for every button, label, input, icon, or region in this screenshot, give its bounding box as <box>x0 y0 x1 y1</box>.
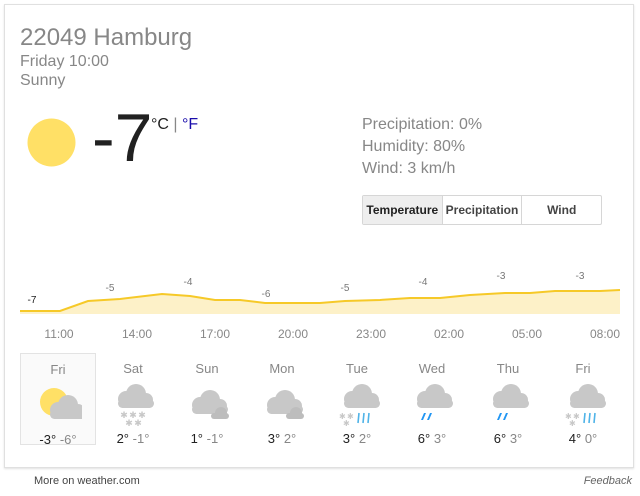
forecast-day-wed[interactable]: Wed 6° 3° <box>395 353 469 446</box>
precipitation-detail: Precipitation: 0% <box>362 116 483 133</box>
forecast-day-tue[interactable]: Tue ✱ ✱ ✱ 3° 2° <box>320 353 394 446</box>
location-title: 22049 Hamburg <box>20 24 193 51</box>
forecast-high: 6° <box>493 431 507 446</box>
celsius-toggle[interactable]: °C <box>151 116 169 133</box>
current-temperature: -7 <box>92 100 153 176</box>
chart-time-label: 23:00 <box>356 327 386 341</box>
forecast-day-mon[interactable]: Mon 3° 2° <box>245 353 319 446</box>
forecast-day-fri[interactable]: Fri ✱ ✱ ✱ 4° 0° <box>546 353 620 446</box>
svg-text:✱: ✱ <box>134 419 142 427</box>
temperature-chart: -7 -5 -4 -6 -5 -4 -3 -3 11:00 14:00 17:00 20:00 23:0… <box>20 271 620 341</box>
forecast-low: 3° <box>509 431 523 446</box>
chart-value-label: -7 <box>28 295 37 306</box>
chart-time-label: 02:00 <box>434 327 464 341</box>
svg-text:✱: ✱ <box>125 419 133 427</box>
forecast-high: 2° <box>116 431 130 446</box>
unit-separator: | <box>168 116 182 133</box>
forecast-high: 1° <box>190 431 204 446</box>
forecast-low: 3° <box>433 431 447 446</box>
forecast-day-name: Mon <box>269 361 295 376</box>
svg-text:✱: ✱ <box>343 419 350 427</box>
forecast-high: 3° <box>267 431 281 446</box>
forecast-day-fri[interactable]: Fri -3° -6° <box>20 353 96 447</box>
chart-value-label: -5 <box>341 283 350 294</box>
forecast-low: 2° <box>358 431 372 446</box>
svg-text:✱: ✱ <box>569 419 576 427</box>
chart-time-label: 11:00 <box>44 327 73 341</box>
forecast-day-name: Sat <box>123 361 143 376</box>
forecast-high: 6° <box>417 431 431 446</box>
forecast-low: 0° <box>584 431 598 446</box>
snow-icon: ✱ ✱ ✱ ✱ ✱ <box>109 383 157 429</box>
chart-time-label: 20:00 <box>278 327 308 341</box>
rain-snow-icon: ✱ ✱ ✱ <box>333 383 381 428</box>
partly-cloudy-icon <box>34 384 86 428</box>
feedback-link[interactable]: Feedback <box>584 475 632 487</box>
tab-temperature[interactable]: Temperature <box>363 196 442 224</box>
tab-precipitation[interactable]: Precipitation <box>441 196 522 224</box>
cloudy-icon <box>183 383 231 427</box>
rain-snow-icon: ✱ ✱ ✱ <box>559 383 607 428</box>
chart-tabs: Temperature Precipitation Wind <box>362 195 602 225</box>
wind-detail: Wind: 3 km/h <box>362 160 456 177</box>
weather-source-link[interactable]: More on weather.com <box>34 475 140 487</box>
chart-time-label: 14:00 <box>122 327 152 341</box>
forecast-low: 2° <box>283 431 297 446</box>
forecast-low: -1° <box>132 431 150 446</box>
humidity-detail: Humidity: 80% <box>362 138 466 155</box>
time-label: Friday 10:00 <box>20 53 109 70</box>
rain-icon <box>408 383 456 427</box>
forecast-day-name: Tue <box>346 361 368 376</box>
forecast-low: -1° <box>206 431 224 446</box>
forecast-high: 4° <box>568 431 582 446</box>
weather-details: Precipitation: 0% Humidity: 80% Wind: 3 … <box>362 114 482 180</box>
condition-label: Sunny <box>20 72 66 89</box>
fahrenheit-toggle[interactable]: °F <box>182 116 198 133</box>
chart-value-label: -3 <box>497 271 506 282</box>
chart-time-label: 17:00 <box>200 327 230 341</box>
cloudy-icon <box>258 383 306 427</box>
unit-toggle: °C | °F <box>151 116 198 134</box>
chart-time-label: 08:00 <box>590 327 620 341</box>
forecast-day-name: Fri <box>575 361 591 376</box>
forecast-high: -3° <box>39 432 57 447</box>
forecast-day-name: Wed <box>418 361 446 376</box>
chart-time-label: 05:00 <box>512 327 542 341</box>
chart-value-label: -4 <box>184 277 193 288</box>
chart-value-label: -3 <box>576 271 585 282</box>
forecast-day-sun[interactable]: Sun 1° -1° <box>170 353 244 446</box>
forecast-low: -6° <box>59 432 77 447</box>
forecast-day-thu[interactable]: Thu 6° 3° <box>471 353 545 446</box>
chart-value-label: -6 <box>262 289 271 300</box>
forecast-day-sat[interactable]: Sat ✱ ✱ ✱ ✱ ✱ 2° -1° <box>96 353 170 446</box>
sun-icon <box>27 118 76 167</box>
tab-wind[interactable]: Wind <box>521 196 601 224</box>
chart-value-label: -4 <box>419 277 428 288</box>
forecast-day-name: Sun <box>195 361 219 376</box>
rain-icon <box>484 383 532 427</box>
forecast-high: 3° <box>342 431 356 446</box>
chart-value-label: -5 <box>106 283 115 294</box>
forecast-day-name: Thu <box>496 361 520 376</box>
forecast-day-name: Fri <box>50 362 66 377</box>
